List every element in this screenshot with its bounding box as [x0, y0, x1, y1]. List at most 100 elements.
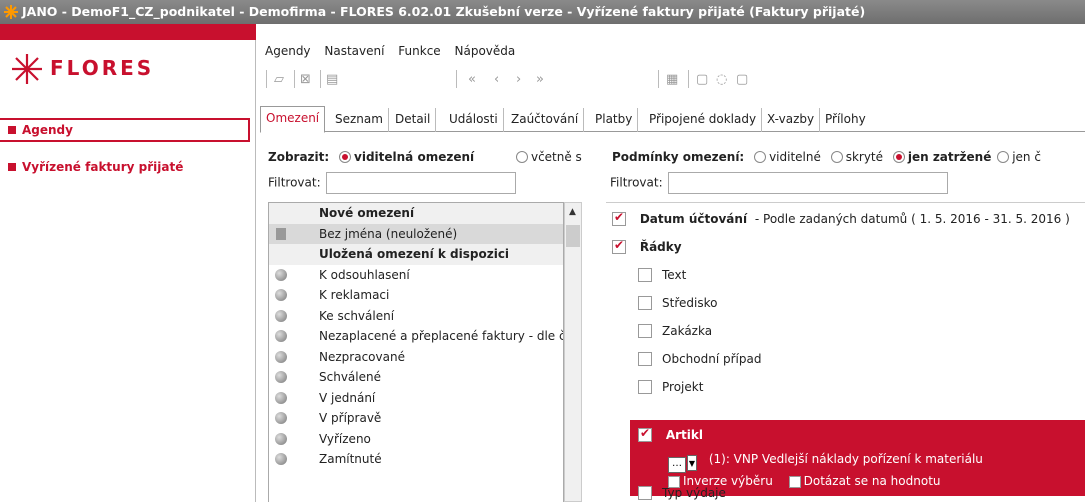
radio-vcetne-label: včetně s [530, 150, 582, 164]
scroll-thumb[interactable] [566, 225, 580, 247]
menu-funkce[interactable]: Funkce [398, 44, 440, 58]
sidebar-header-strip [0, 24, 256, 40]
list-group-header: Nové omezení [269, 203, 563, 224]
bullet-icon [8, 126, 16, 134]
list-item[interactable]: K reklamaci [269, 285, 563, 306]
toolbar: ▱ ⊠ ▤ « ‹ › » ▦ ▢ ◌ ▢ [260, 66, 1085, 94]
artikl-value-row: … ▼ (1): VNP Vedlejší náklady pořízení k … [668, 452, 983, 473]
saved-restriction-icon [275, 371, 287, 383]
last-record-icon[interactable]: » [536, 72, 544, 87]
tab-prilohy[interactable]: Přílohy [820, 108, 871, 132]
text-checkbox[interactable] [638, 268, 652, 282]
list-item[interactable]: V přípravě [269, 408, 563, 429]
filter-label: Filtrovat: [610, 175, 663, 190]
condition-text: Text [638, 268, 686, 282]
typ-vydaje-checkbox[interactable] [638, 486, 652, 500]
folder-icon[interactable]: ▱ [274, 72, 284, 87]
scroll-up-icon[interactable]: ▲ [569, 207, 576, 217]
obchodni-pripad-checkbox[interactable] [638, 352, 652, 366]
radio-viditelne[interactable] [754, 151, 767, 163]
tab-seznam[interactable]: Seznam [330, 108, 389, 132]
tab-platby[interactable]: Platby [590, 108, 639, 132]
radio-viditelna[interactable] [339, 151, 352, 163]
menu-napoveda[interactable]: Nápověda [455, 44, 516, 58]
restrictions-list: Nové omezení Bez jména (neuložené) Uložená… [268, 202, 564, 502]
condition-obchodni-pripad: Obchodní případ [638, 352, 761, 366]
tab-detail[interactable]: Detail [390, 108, 437, 132]
condition-datum: Datum účtování - Podle zadaných datumů (… [612, 210, 1070, 226]
tab-x-vazby[interactable]: X-vazby [762, 108, 821, 132]
sidebar-item-label: Agendy [22, 123, 73, 137]
radio-jen-c[interactable] [997, 151, 1010, 163]
list-item[interactable]: Ke schválení [269, 306, 563, 327]
close-doc-icon[interactable]: ⊠ [300, 72, 311, 87]
projekt-checkbox[interactable] [638, 380, 652, 394]
list-item-label: Nezpracované [319, 349, 405, 364]
condition-zakazka: Zakázka [638, 324, 712, 338]
list-item-label: Nové omezení [319, 206, 415, 220]
filter-label: Filtrovat: [268, 175, 321, 190]
toolbar-separator [688, 70, 689, 88]
artikl-label: Artikl [665, 428, 703, 442]
tab-udalosti[interactable]: Události [444, 108, 504, 132]
filter-input[interactable] [326, 172, 517, 194]
logo-text: FLORES [50, 56, 155, 80]
list-group-header: Uložená omezení k dispozici [269, 244, 563, 265]
stredisko-checkbox[interactable] [638, 296, 652, 310]
list-item[interactable]: Zamítnuté [269, 449, 563, 470]
stredisko-label: Středisko [662, 296, 718, 310]
dotazat-checkbox[interactable] [788, 476, 801, 488]
flores-logo: FLORES [10, 52, 151, 88]
menu-bar: Agendy Nastavení Funkce Nápověda [260, 40, 520, 62]
list-item[interactable]: Nezpracované [269, 347, 563, 368]
datum-checkbox[interactable] [612, 210, 626, 226]
grid-icon[interactable]: ▦ [666, 72, 678, 87]
sidebar [0, 40, 256, 502]
toolbar-separator [266, 70, 267, 88]
list-item[interactable]: V jednání [269, 388, 563, 409]
radio-jen-zatrzene-label: jen zatržené [907, 150, 992, 164]
radio-vcetne[interactable] [515, 151, 528, 163]
list-item[interactable]: Bez jména (neuložené) [269, 223, 563, 244]
tab-pripojene-doklady[interactable]: Připojené doklady [644, 108, 763, 132]
prev-record-icon[interactable]: ‹ [494, 72, 499, 87]
display-options: Zobrazit: viditelná omezení včetně s [268, 150, 582, 164]
menu-nastaveni[interactable]: Nastavení [324, 44, 384, 58]
find-icon[interactable]: ◌ [716, 72, 727, 87]
toolbar-separator [294, 70, 295, 88]
list-scrollbar[interactable]: ▲ [564, 202, 582, 502]
copy-icon[interactable]: ▢ [696, 72, 708, 87]
radky-checkbox[interactable] [612, 238, 626, 254]
filter-input[interactable] [668, 172, 949, 194]
list-item-label: Bez jména (neuložené) [319, 226, 458, 241]
list-item[interactable]: Vyřízeno [269, 429, 563, 450]
dropdown-arrow-icon[interactable]: ▼ [687, 455, 697, 471]
list-item-label: V přípravě [319, 411, 382, 425]
projekt-label: Projekt [662, 380, 704, 394]
tab-bar: Omezení Seznam Detail Události Zaúčtován… [260, 102, 1085, 133]
saved-restriction-icon [275, 289, 287, 301]
browse-button[interactable]: … [668, 457, 686, 473]
list-item[interactable]: Nezaplacené a přeplacené faktury - dle č [269, 326, 563, 347]
condition-radky: Řádky [612, 238, 682, 254]
saved-restriction-icon [275, 432, 287, 445]
list-icon[interactable]: ▤ [326, 72, 338, 87]
list-item[interactable]: Schválené [269, 367, 563, 388]
first-record-icon[interactable]: « [468, 72, 476, 87]
radio-jen-zatrzene[interactable] [892, 151, 905, 163]
list-item[interactable]: K odsouhlasení [269, 265, 563, 286]
zakazka-checkbox[interactable] [638, 324, 652, 338]
sidebar-item-vyrizene[interactable]: Vyřízené faktury přijaté [8, 160, 183, 174]
radio-skryte[interactable] [830, 151, 843, 163]
next-record-icon[interactable]: › [516, 72, 521, 87]
artikl-checkbox[interactable] [638, 426, 652, 442]
list-item-label: K reklamaci [319, 288, 390, 302]
menu-agendy[interactable]: Agendy [265, 44, 311, 58]
tab-zauctovani[interactable]: Zaúčtování [506, 108, 585, 132]
info-icon[interactable]: ▢ [736, 72, 748, 87]
saved-restriction-icon [275, 268, 287, 281]
radio-viditelne-label: viditelné [769, 150, 821, 164]
sidebar-item-agendy[interactable]: Agendy [0, 118, 250, 142]
list-item-label: Vyřízeno [319, 431, 371, 446]
tab-omezeni[interactable]: Omezení [260, 106, 326, 133]
